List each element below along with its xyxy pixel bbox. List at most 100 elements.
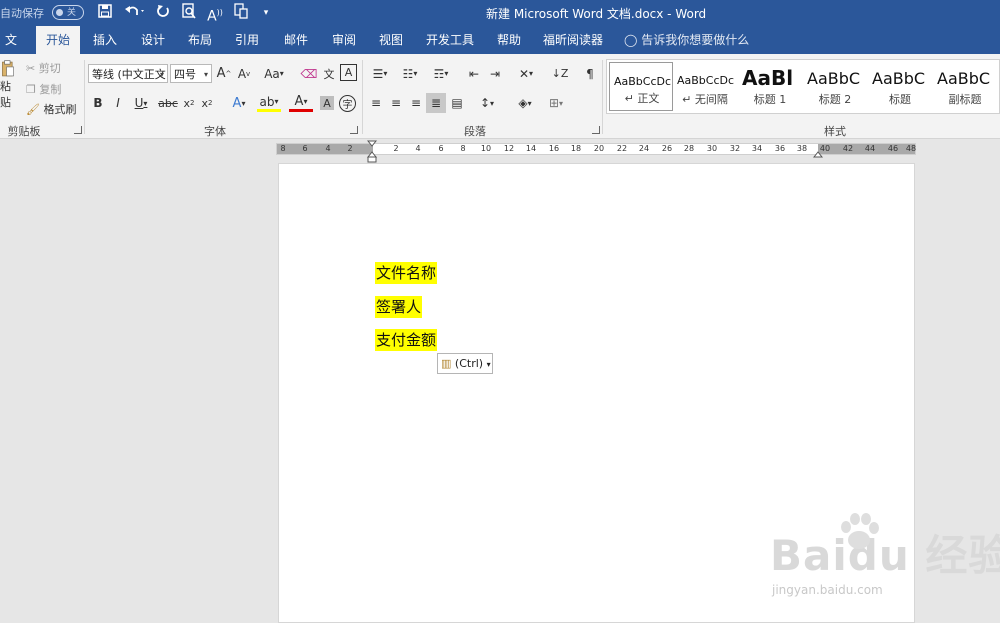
- style-name: 副标题: [948, 93, 982, 106]
- line-spacing-icon[interactable]: ↕ ▾: [474, 94, 500, 112]
- paste-options-button[interactable]: ▥ (Ctrl) ▾: [437, 353, 493, 374]
- ruler-tick: 32: [729, 144, 741, 153]
- read-aloud-icon[interactable]: A)): [206, 3, 224, 25]
- font-color-icon[interactable]: A ▾: [289, 94, 313, 112]
- chinese-layout-icon[interactable]: ✕ ▾: [513, 64, 539, 83]
- style-title[interactable]: AaBbC 标题: [868, 62, 932, 111]
- character-border-icon[interactable]: A: [340, 64, 357, 81]
- paragraph-signatory[interactable]: 签署人: [375, 296, 423, 318]
- tab-insert[interactable]: 插入: [86, 26, 124, 54]
- style-no-spacing[interactable]: AaBbCcDc ↵ 无间隔: [673, 62, 737, 111]
- paw-icon: [841, 513, 879, 549]
- font-launcher-icon[interactable]: [350, 126, 358, 134]
- copy-button[interactable]: ❐ 复制: [26, 81, 61, 97]
- watermark-logo: Baidu 经验: [770, 531, 1000, 580]
- chevron-down-icon: ▾: [486, 360, 491, 369]
- clipboard-launcher-icon[interactable]: [74, 126, 82, 134]
- borders-icon[interactable]: ⊞ ▾: [543, 94, 569, 112]
- cut-button[interactable]: ✂ 剪切: [26, 60, 61, 76]
- save-icon[interactable]: [96, 3, 114, 23]
- numbering-icon[interactable]: ☷ ▾: [397, 64, 423, 83]
- change-case-button[interactable]: Aa ▾: [260, 64, 288, 83]
- paragraph-launcher-icon[interactable]: [592, 126, 600, 134]
- tab-view[interactable]: 视图: [372, 26, 410, 54]
- tab-review[interactable]: 审阅: [325, 26, 363, 54]
- shrink-font-icon[interactable]: Av: [235, 64, 253, 83]
- style-sample: AaBbCcDc: [614, 75, 672, 88]
- first-line-indent-marker[interactable]: [367, 140, 377, 164]
- paste-button[interactable]: 粘贴: [0, 60, 16, 110]
- tab-help[interactable]: 帮助: [490, 26, 528, 54]
- redo-icon[interactable]: [154, 3, 172, 23]
- touch-mode-icon[interactable]: [232, 3, 250, 23]
- tab-developer[interactable]: 开发工具: [421, 26, 479, 54]
- align-center-icon[interactable]: ≡: [387, 94, 405, 112]
- style-name: ↵ 无间隔: [682, 93, 728, 106]
- style-subtitle[interactable]: AaBbC 副标题: [933, 62, 997, 111]
- font-name-combo[interactable]: 等线 (中文正文 ▾: [88, 64, 168, 83]
- strikethrough-icon[interactable]: abc: [158, 94, 178, 112]
- clear-formatting-icon[interactable]: ⌫: [300, 64, 318, 83]
- paragraph-payment-amount[interactable]: 支付金额: [375, 329, 438, 351]
- increase-indent-icon[interactable]: ⇥: [486, 64, 504, 83]
- ruler-tick: 12: [503, 144, 515, 153]
- style-heading-2[interactable]: AaBbC 标题 2: [803, 62, 867, 111]
- tab-references[interactable]: 引用: [228, 26, 266, 54]
- italic-icon[interactable]: I: [110, 94, 126, 112]
- superscript-icon[interactable]: x2: [199, 94, 215, 112]
- change-case-label: Aa: [264, 66, 280, 81]
- bold-icon[interactable]: B: [90, 94, 106, 112]
- ruler-tick: 28: [683, 144, 695, 153]
- font-size-combo[interactable]: 四号 ▾: [170, 64, 212, 83]
- style-normal[interactable]: AaBbCcDc ↵ 正文: [609, 62, 673, 111]
- copy-icon: ❐: [26, 83, 36, 96]
- style-heading-1[interactable]: AaBl 标题 1: [738, 62, 802, 111]
- ruler-tick: 2: [393, 144, 399, 153]
- ruler-tick: 6: [438, 144, 444, 153]
- right-indent-marker[interactable]: [813, 150, 823, 160]
- tab-file[interactable]: 文件: [0, 26, 22, 75]
- clipboard-group-label: 剪贴板: [7, 125, 41, 138]
- tab-mailings[interactable]: 邮件: [277, 26, 315, 54]
- style-name: 标题: [889, 93, 911, 106]
- text-effects-icon[interactable]: A ▾: [228, 94, 250, 112]
- print-preview-icon[interactable]: [180, 3, 198, 23]
- bullets-icon[interactable]: ☰ ▾: [367, 64, 393, 83]
- phonetic-guide-icon[interactable]: 文: [320, 64, 338, 83]
- tab-design[interactable]: 设计: [134, 26, 172, 54]
- enclose-characters-icon[interactable]: 字: [339, 95, 356, 112]
- multilevel-list-icon[interactable]: ☶ ▾: [427, 64, 455, 83]
- distributed-icon[interactable]: ▤: [448, 94, 466, 112]
- style-sample: AaBbC: [937, 69, 991, 88]
- customize-qat-icon[interactable]: ▾: [260, 3, 272, 23]
- style-sample: AaBbC: [872, 69, 926, 88]
- tab-foxit-reader[interactable]: 福昕阅读器: [538, 26, 608, 54]
- ruler-tick: 44: [864, 144, 876, 153]
- style-name: ↵ 正文: [624, 92, 660, 105]
- subscript-icon[interactable]: x2: [181, 94, 197, 112]
- undo-icon[interactable]: [122, 3, 148, 23]
- justify-icon[interactable]: ≣: [426, 93, 446, 113]
- ruler-tick: 42: [842, 144, 854, 153]
- sort-icon[interactable]: ↓Z: [551, 64, 569, 83]
- character-shading-icon[interactable]: A: [320, 96, 334, 110]
- align-right-icon[interactable]: ≡: [407, 94, 425, 112]
- ribbon-tabs: 文件 开始 插入 设计 布局 引用 邮件 审阅 视图 开发工具 帮助 福昕阅读器…: [0, 26, 1000, 75]
- show-formatting-marks-icon[interactable]: ¶: [581, 64, 599, 83]
- shading-icon[interactable]: ◈ ▾: [512, 94, 538, 112]
- highlight-color-icon[interactable]: ab ▾: [257, 94, 281, 112]
- format-painter-button[interactable]: 🖌 格式刷: [26, 101, 76, 117]
- tab-home[interactable]: 开始: [36, 26, 80, 54]
- grow-font-icon[interactable]: A ^: [215, 64, 233, 83]
- tab-layout[interactable]: 布局: [181, 26, 219, 54]
- underline-icon[interactable]: U ▾: [130, 94, 152, 112]
- align-left-icon[interactable]: ≡: [367, 94, 385, 112]
- group-divider: [602, 60, 603, 134]
- autosave-toggle[interactable]: 关: [52, 5, 84, 20]
- title-bar: 自动保存 关 A)) ▾ 新建 Microsoft Word 文档.docx -…: [0, 0, 1000, 26]
- paragraph-file-name[interactable]: 文件名称: [375, 262, 438, 284]
- paragraph-group-label: 段落: [464, 125, 486, 138]
- tell-me-search[interactable]: ◯ 告诉我你想要做什么: [624, 26, 749, 54]
- decrease-indent-icon[interactable]: ⇤: [465, 64, 483, 83]
- ruler-tick: 14: [525, 144, 537, 153]
